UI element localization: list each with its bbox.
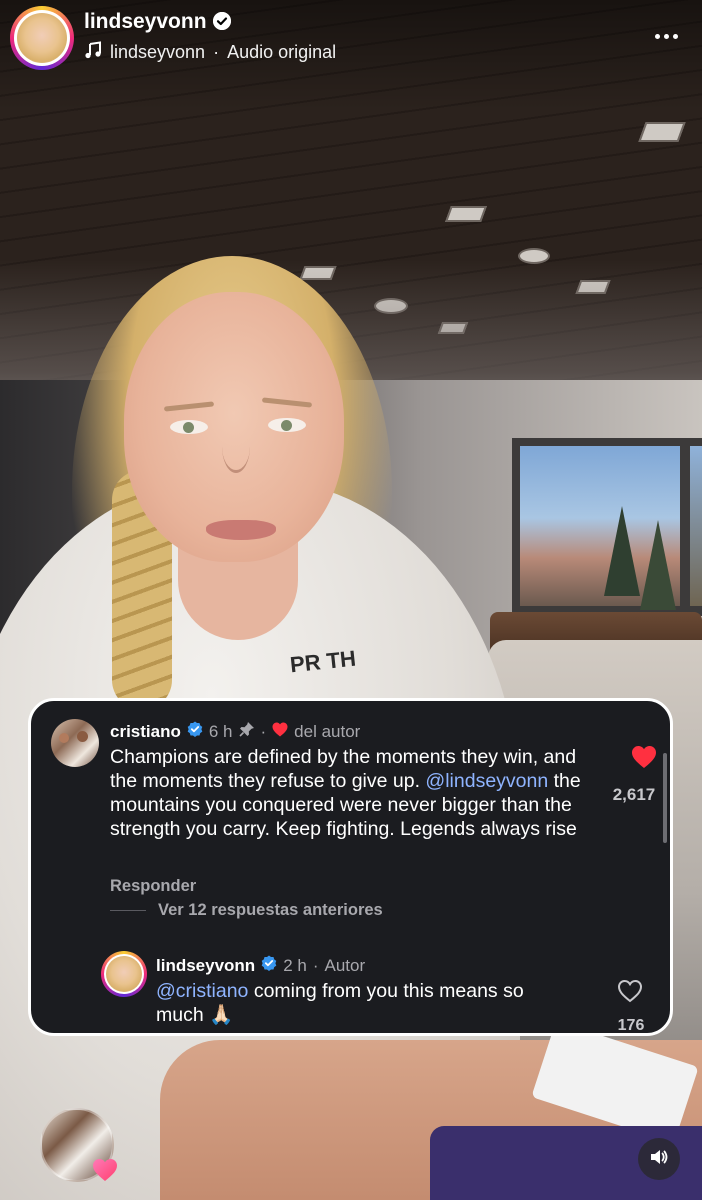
profile-avatar[interactable] — [10, 6, 74, 70]
verified-badge-icon — [261, 955, 277, 976]
reel-header: lindseyvonn lindseyvonn · Audio original — [0, 0, 702, 80]
audio-label[interactable]: Audio original — [227, 42, 336, 63]
more-options-button[interactable] — [648, 22, 684, 50]
comment-time: 6 h — [208, 721, 233, 741]
comment-like-count: 2,617 — [612, 785, 656, 804]
ceiling-light — [445, 206, 487, 222]
music-note-icon — [84, 41, 102, 64]
tree — [640, 520, 676, 610]
audio-attribution[interactable]: lindseyvonn · Audio original — [84, 41, 336, 64]
audio-user[interactable]: lindseyvonn — [110, 42, 205, 63]
view-replies-button[interactable]: Ver 12 respuestas anteriores — [110, 901, 383, 920]
reply-text: @cristiano coming from you this means so… — [156, 979, 576, 1027]
audio-separator: · — [213, 42, 220, 62]
window-pane — [690, 446, 702, 606]
reply-time: 2 h — [283, 955, 307, 975]
comment-separator: · — [260, 721, 267, 741]
sound-toggle-button[interactable] — [638, 1138, 680, 1180]
eye — [268, 418, 306, 432]
verified-badge-icon — [212, 12, 231, 30]
comment-card: cristiano 6 h · del autor Champions are … — [28, 698, 673, 1036]
thread-line — [110, 910, 146, 911]
heart-sticker-icon — [92, 1158, 118, 1182]
ceiling-light — [638, 122, 686, 142]
more-options-icon — [654, 33, 660, 39]
author-heart-icon — [272, 722, 288, 742]
heart-icon — [631, 746, 657, 773]
comment-mention[interactable]: @lindseyvonn — [425, 770, 548, 792]
verified-badge-icon — [187, 721, 203, 742]
tree — [604, 506, 640, 596]
username-text[interactable]: lindseyvonn — [84, 10, 207, 33]
reply-like-count: 176 — [617, 1017, 645, 1034]
nose — [222, 420, 250, 473]
reply-separator: · — [312, 955, 319, 975]
reply-mention[interactable]: @cristiano — [156, 980, 248, 1002]
profile-username[interactable]: lindseyvonn — [84, 10, 231, 34]
mouth — [206, 520, 276, 540]
eye — [170, 420, 208, 434]
reply-like-button[interactable] — [617, 979, 643, 1008]
view-replies-label[interactable]: Ver 12 respuestas anteriores — [158, 901, 383, 920]
reply-avatar[interactable] — [101, 951, 147, 997]
scrollbar[interactable] — [663, 753, 667, 843]
reply-username[interactable]: lindseyvonn — [156, 956, 255, 976]
heart-outline-icon — [617, 979, 643, 1007]
comment-text: Champions are defined by the moments the… — [110, 745, 595, 841]
comment-username[interactable]: cristiano — [110, 722, 181, 742]
reply-button[interactable]: Responder — [110, 877, 196, 896]
author-badge: Autor — [324, 955, 366, 975]
author-like-label: del autor — [294, 721, 361, 741]
comment-header: cristiano 6 h · del autor — [110, 721, 360, 742]
hoodie-print: PR TH — [288, 645, 358, 678]
comment-avatar[interactable] — [51, 719, 99, 767]
pin-icon — [238, 721, 255, 742]
reply-header: lindseyvonn 2 h · Autor — [156, 955, 365, 976]
speaker-icon — [649, 1147, 669, 1172]
